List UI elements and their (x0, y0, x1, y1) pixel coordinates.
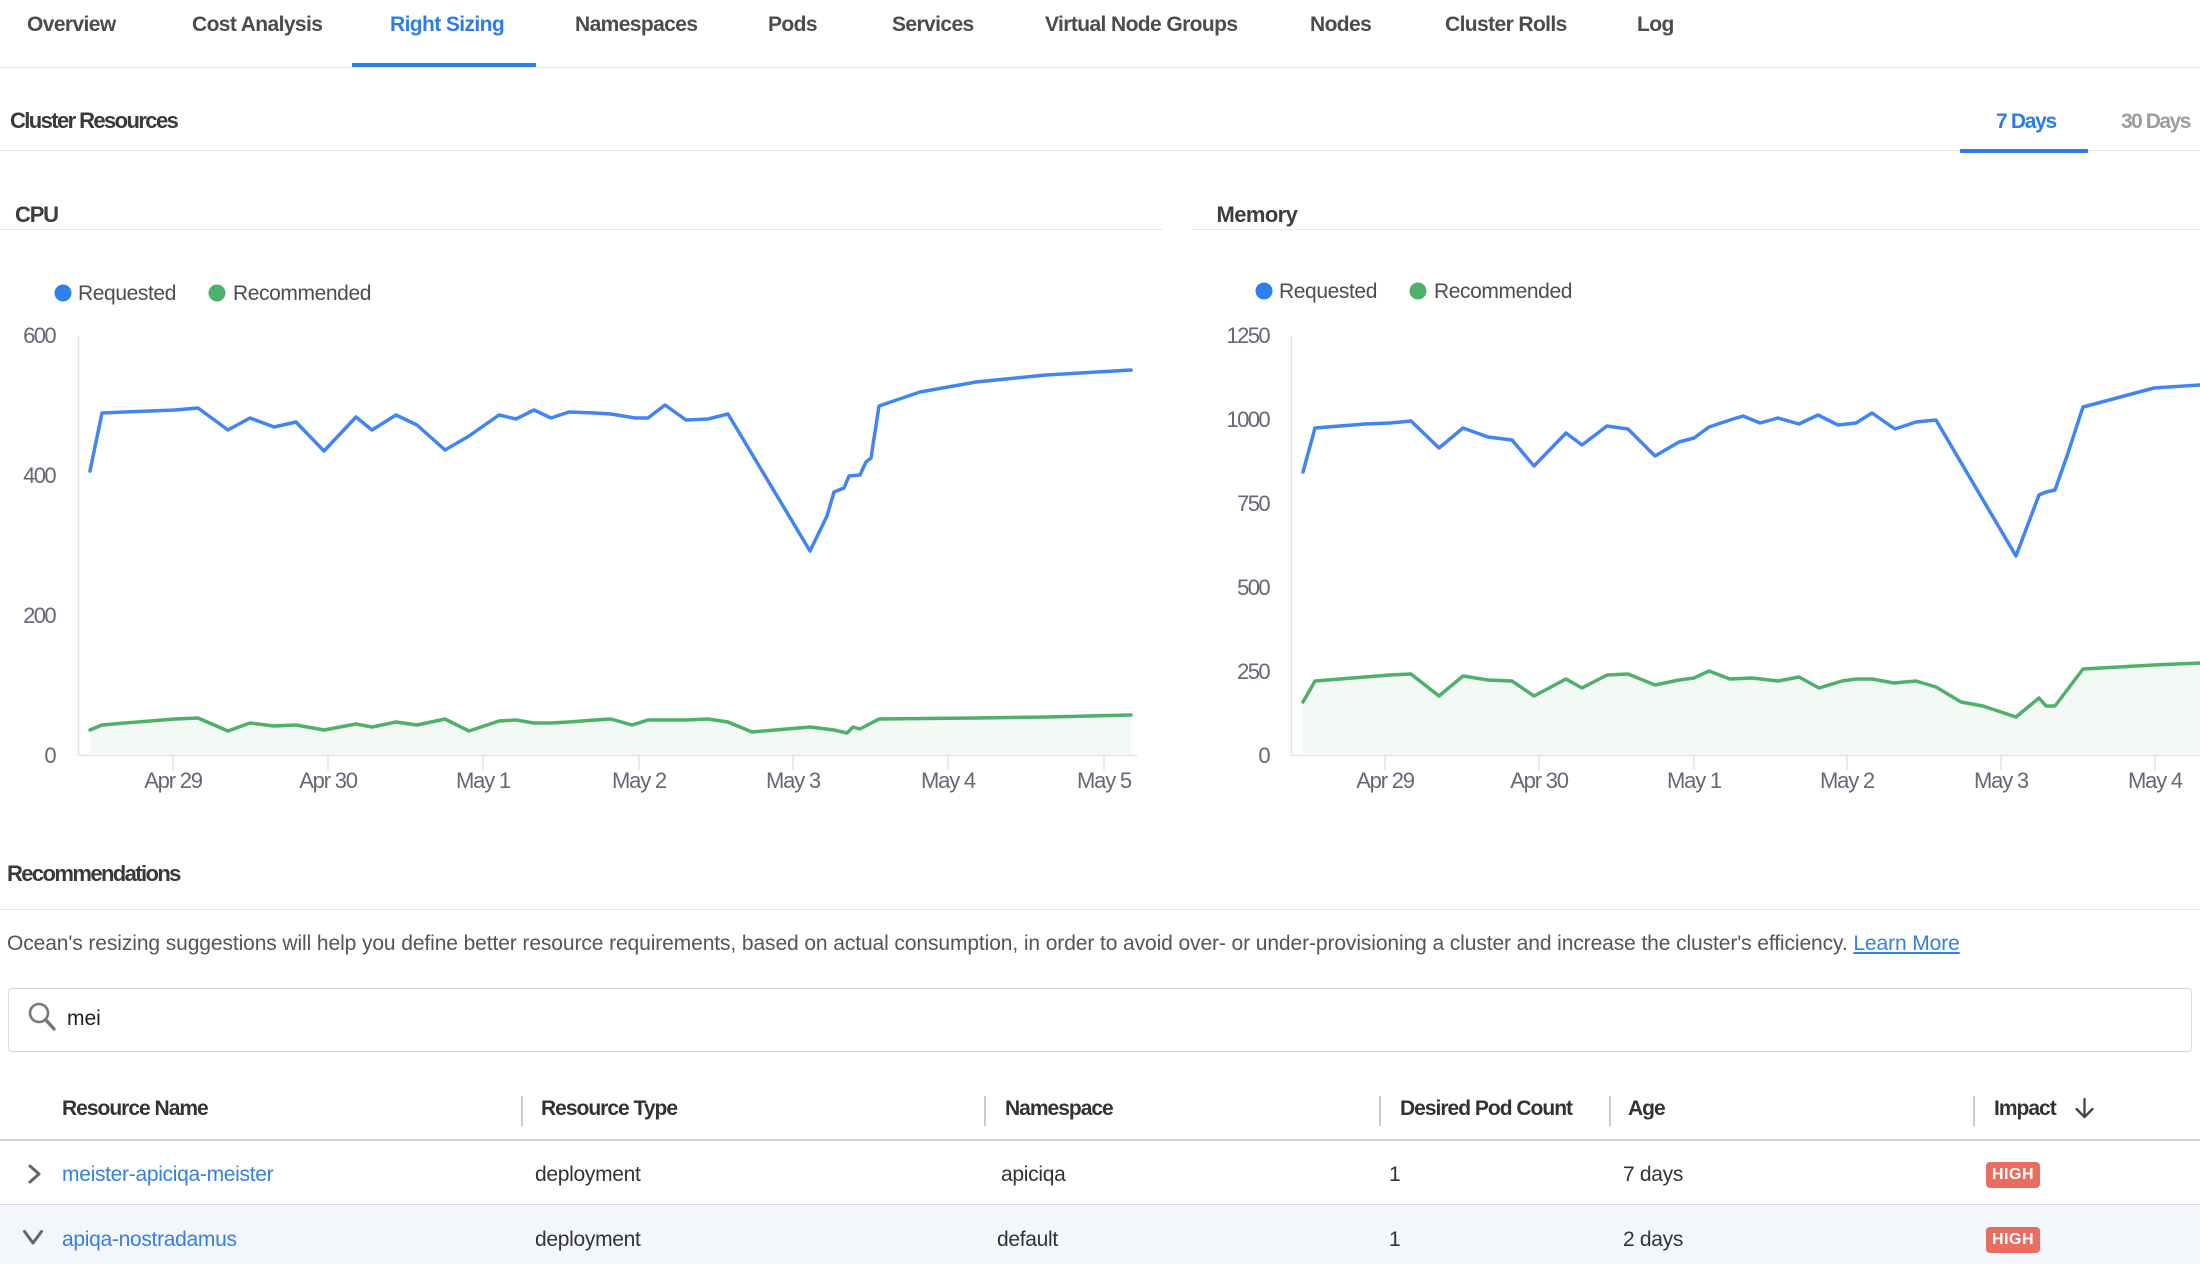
svg-text:200: 200 (23, 603, 56, 628)
svg-text:Apr 29: Apr 29 (144, 768, 203, 793)
svg-text:May 1: May 1 (456, 768, 511, 793)
svg-text:250: 250 (1237, 659, 1270, 684)
svg-text:May 4: May 4 (2128, 768, 2183, 793)
svg-text:600: 600 (23, 323, 56, 348)
svg-text:500: 500 (1237, 575, 1270, 600)
svg-text:Recommended: Recommended (233, 282, 371, 305)
svg-text:Apr 30: Apr 30 (299, 768, 358, 793)
svg-text:May 1: May 1 (1667, 768, 1722, 793)
svg-text:1250: 1250 (1226, 323, 1270, 348)
svg-text:May 5: May 5 (1077, 768, 1132, 793)
svg-text:400: 400 (23, 463, 56, 488)
svg-text:Memory: Memory (1217, 202, 1299, 227)
svg-text:CPU: CPU (15, 202, 58, 227)
svg-text:Apr 30: Apr 30 (1510, 768, 1569, 793)
svg-text:1000: 1000 (1226, 407, 1270, 432)
svg-text:Recommended: Recommended (1434, 280, 1572, 303)
svg-text:May 2: May 2 (1820, 768, 1875, 793)
svg-text:Apr 29: Apr 29 (1356, 768, 1415, 793)
svg-text:0: 0 (44, 743, 56, 768)
svg-text:May 3: May 3 (1974, 768, 2029, 793)
svg-text:0: 0 (1258, 743, 1270, 768)
svg-text:750: 750 (1237, 491, 1270, 516)
svg-text:May 3: May 3 (766, 768, 821, 793)
svg-text:Requested: Requested (78, 282, 176, 305)
svg-text:May 2: May 2 (612, 768, 667, 793)
svg-text:May 4: May 4 (921, 768, 976, 793)
svg-text:Requested: Requested (1279, 280, 1377, 303)
